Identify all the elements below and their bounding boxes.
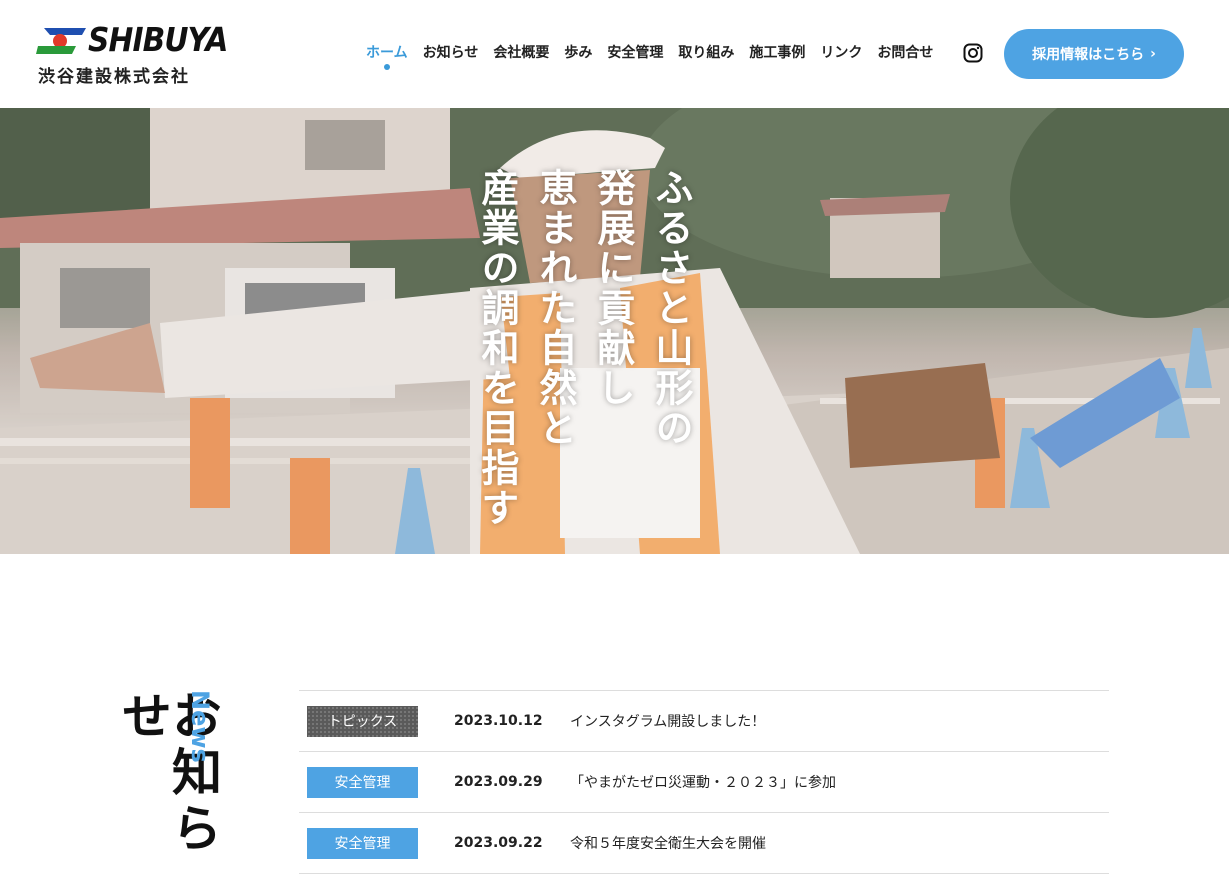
hero-banner: ふるさと山形の 発展に貢献し 恵まれた自然と 産業の調和を目指す [0, 108, 1229, 554]
nav-item-company[interactable]: 会社概要 [493, 42, 549, 62]
nav-item-news[interactable]: お知らせ [423, 42, 479, 62]
news-heading: お知らせ News [114, 690, 222, 876]
news-heading-en: News [186, 690, 214, 763]
hero-tagline-line: ふるさと山形の [649, 168, 693, 448]
hero-tagline-line: 産業の調和を目指す [475, 168, 519, 528]
category-badge: トピックス [307, 705, 418, 737]
nav-item-initiatives[interactable]: 取り組み [678, 42, 734, 62]
nav-item-safety[interactable]: 安全管理 [607, 42, 663, 62]
news-title[interactable]: 「やまがたゼロ災運動・２０２３」に参加 [570, 772, 836, 792]
hero-tagline: ふるさと山形の 発展に貢献し 恵まれた自然と 産業の調和を目指す [475, 168, 693, 548]
nav-item-links[interactable]: リンク [820, 42, 862, 62]
recruit-button-label: 採用情報はこちら [1032, 47, 1145, 63]
news-list: トピックス 2023.10.12 インスタグラム開設しました！ 安全管理 202… [299, 690, 1109, 874]
category-badge: 安全管理 [307, 766, 418, 798]
news-item[interactable]: 安全管理 2023.09.22 令和５年度安全衛生大会を開催 [299, 813, 1109, 874]
site-header: SHIBUYA 渋谷建設株式会社 ホーム お知らせ 会社概要 歩み 安全管理 取… [0, 0, 1229, 108]
news-date: 2023.09.29 [454, 774, 543, 790]
chevron-right-icon: › [1150, 46, 1156, 62]
company-logo[interactable]: SHIBUYA 渋谷建設株式会社 [36, 20, 228, 88]
news-item[interactable]: 安全管理 2023.09.29 「やまがたゼロ災運動・２０２３」に参加 [299, 752, 1109, 813]
hero-tagline-line: 恵まれた自然と [533, 168, 577, 448]
logo-company-name: 渋谷建設株式会社 [38, 67, 190, 87]
nav-item-history[interactable]: 歩み [564, 42, 592, 62]
logo-mark-icon [36, 28, 86, 54]
nav-item-contact[interactable]: お問合せ [877, 42, 933, 62]
logo-wordmark: SHIBUYA [88, 20, 228, 59]
news-date: 2023.09.22 [454, 835, 543, 851]
hero-tagline-line: 発展に貢献し [591, 168, 635, 408]
main-nav: ホーム お知らせ 会社概要 歩み 安全管理 取り組み 施工事例 リンク お問合せ [366, 42, 948, 70]
nav-item-works[interactable]: 施工事例 [749, 42, 805, 62]
news-title[interactable]: インスタグラム開設しました！ [570, 711, 765, 731]
nav-item-home[interactable]: ホーム [366, 42, 408, 70]
category-badge: 安全管理 [307, 827, 418, 859]
instagram-icon[interactable] [963, 43, 983, 63]
recruit-button[interactable]: 採用情報はこちら › [1004, 29, 1184, 79]
news-title[interactable]: 令和５年度安全衛生大会を開催 [570, 833, 766, 853]
news-item[interactable]: トピックス 2023.10.12 インスタグラム開設しました！ [299, 691, 1109, 752]
news-date: 2023.10.12 [454, 713, 543, 729]
